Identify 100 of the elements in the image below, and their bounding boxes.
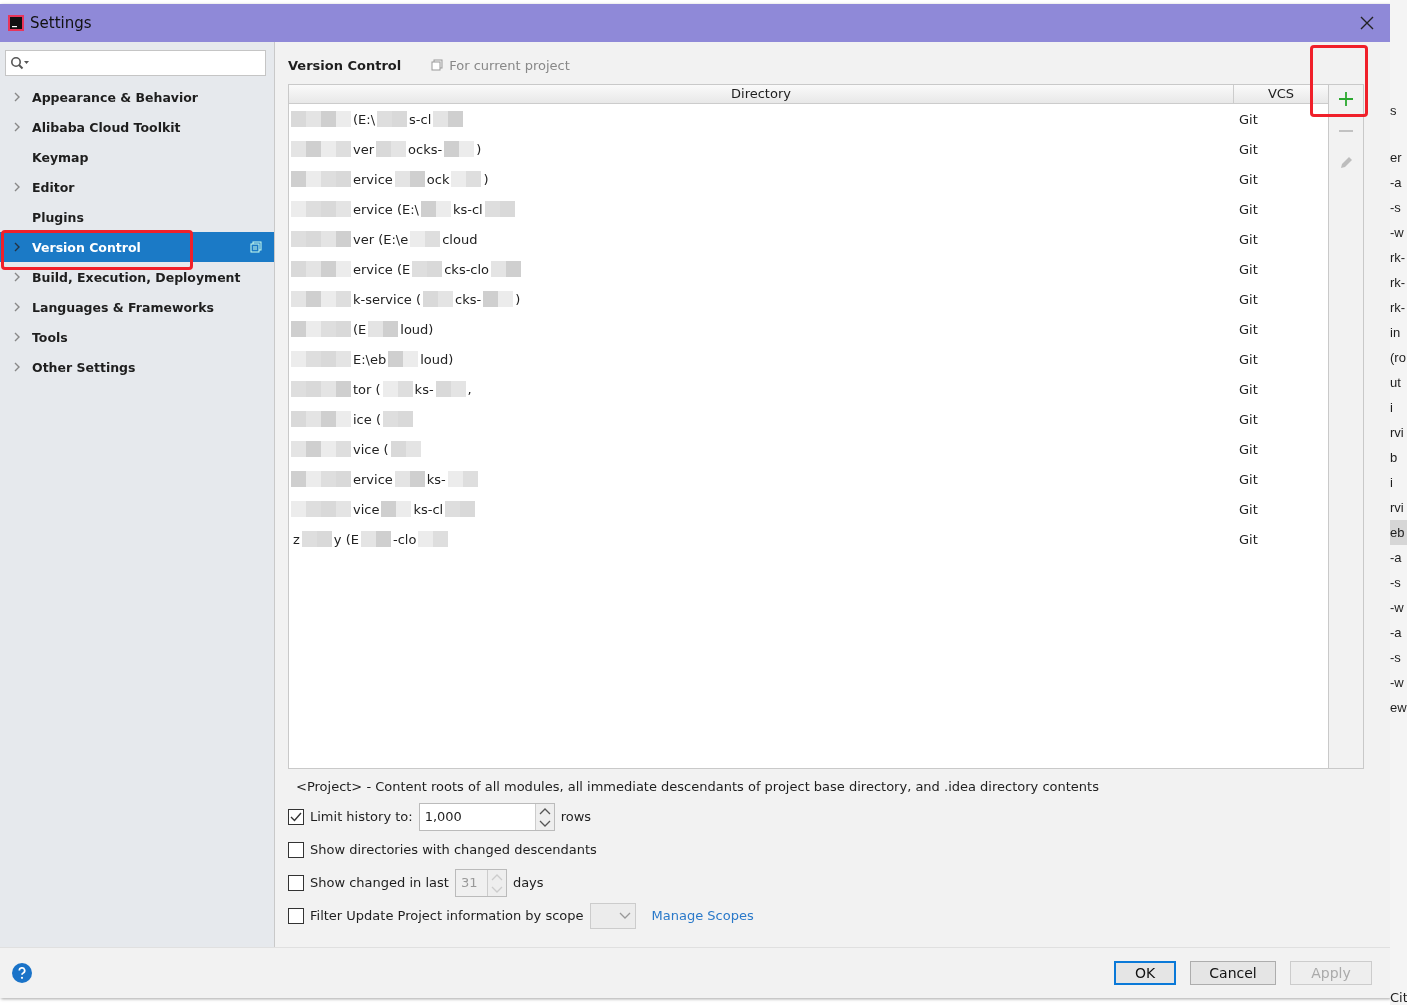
chevron-icon [13,272,21,282]
table-cell: vice ks-cl [289,501,1235,517]
table-cell: k-service ( cks- ) [289,291,1235,307]
table-cell: z y (E -clo [289,531,1235,547]
dialog-button[interactable]: Cancel [1190,961,1276,985]
option-label: Limit history to: [310,809,413,824]
option-label: Show directories with changed descendants [310,842,597,857]
window-title: Settings [30,14,92,32]
code-line: rvi [1390,424,1405,442]
scope-label: For current project [449,57,570,73]
table-cell-text: Git [1238,441,1258,457]
code-line: i [1390,474,1394,492]
table-cell-text: Git [1238,231,1258,247]
sidebar-item[interactable]: Editor [0,172,274,202]
table-cell: ervice ks- [289,471,1235,487]
sidebar-item[interactable]: Build, Execution, Deployment [0,262,274,292]
dialog-button[interactable]: OK [1114,961,1176,985]
table-cell: ervice (E cks-clo [289,261,1235,277]
code-line: -s [1390,649,1402,667]
note-text: <Project> - Content roots of all modules, all immediate descendants of project base directory, and .idea directory contents [295,779,1100,794]
checkbox[interactable] [288,907,304,924]
table-cell: (E loud) [289,321,1235,337]
table-cell: ver (E:\e cloud [289,231,1235,247]
chevron-icon [618,911,631,920]
option-label: Filter Update Project information by scope [310,908,584,923]
chevron-icon [13,362,21,372]
table-cell: vice ( [289,441,1235,457]
code-line: er [1390,149,1403,167]
table-cell-text: Git [1238,321,1258,337]
code-line: (ro [1390,349,1407,367]
table-cell-text: Git [1238,501,1258,517]
column-header[interactable]: Directory [289,85,1234,103]
code-line: -w [1390,599,1405,617]
code-line: rk- [1390,299,1407,317]
code-line: -w [1390,224,1405,242]
option-label: Show changed in last [310,875,449,890]
table-cell: ervice ock ) [289,171,1235,187]
sidebar-item[interactable]: Languages & Frameworks [0,292,274,322]
sidebar-item[interactable]: Tools [0,322,274,352]
table-cell-text: Git [1238,141,1258,157]
search-field[interactable] [5,50,266,76]
chevron-icon [13,92,21,102]
code-line: ut [1390,374,1402,392]
sidebar-item[interactable]: Alibaba Cloud Toolkit [0,112,274,142]
column-header[interactable]: VCS [1234,85,1328,103]
table-cell-text: Git [1238,531,1258,547]
chevron-icon [13,182,21,192]
table-cell-text: Git [1238,411,1258,427]
table-cell-text: Git [1238,351,1258,367]
code-line: rvi [1390,499,1405,517]
table-cell-text: Git [1238,171,1258,187]
sidebar-item[interactable]: Version Control [0,232,274,262]
table-cell-text: Git [1238,111,1258,127]
manage-scopes-link[interactable]: Manage Scopes [651,908,754,923]
sidebar-item[interactable]: Plugins [0,202,274,232]
sidebar-item[interactable]: Other Settings [0,352,274,382]
chevron-icon [13,302,21,312]
add-icon[interactable] [1338,91,1354,107]
chevron-icon [13,332,21,342]
table-cell-text: Git [1238,261,1258,277]
close-icon[interactable] [1360,16,1374,30]
table-cell: ervice (E:\ ks-cl [289,201,1235,217]
code-line: -a [1390,174,1403,192]
app-logo-icon [8,15,24,31]
code-line: -s [1390,574,1402,592]
number-field[interactable]: 1,000 [418,802,555,831]
table-cell: (E:\ s-cl [289,111,1235,127]
code-line: rk- [1390,249,1407,267]
table-cell: ice ( [289,411,1235,427]
table-cell-text: Git [1238,381,1258,397]
option-label: days [512,875,544,890]
code-line: -s [1390,199,1402,217]
table-cell: ver ocks- ) [289,141,1235,157]
chevron-icon [13,122,21,132]
code-line: Cit [1390,990,1407,1005]
sidebar-item[interactable]: Keymap [0,142,274,172]
code-line: -a [1390,549,1403,567]
copy-icon [250,241,262,253]
code-line: ew [1390,699,1407,717]
copy-icon [431,59,444,71]
option-label: rows [560,809,592,824]
chevron-icon [13,242,21,252]
code-line: -a [1390,624,1403,642]
table-cell-text: Git [1238,291,1258,307]
help-button[interactable] [12,963,32,983]
code-line: in [1390,324,1402,342]
table-cell-text: Git [1238,201,1258,217]
code-line: s [1390,102,1398,120]
table-cell: E:\eb loud) [289,351,1235,367]
table-cell-text: Git [1238,471,1258,487]
code-line: i [1390,399,1394,417]
search-icon [10,56,30,70]
checkbox[interactable] [288,808,304,825]
code-line: -w [1390,674,1405,692]
checkbox[interactable] [288,841,304,858]
sidebar-item[interactable]: Appearance & Behavior [0,82,274,112]
table-cell: tor ( ks- , [289,381,1235,397]
code-line: rk- [1390,274,1407,292]
page-title: Version Control [288,57,402,73]
code-line: b [1390,449,1399,467]
